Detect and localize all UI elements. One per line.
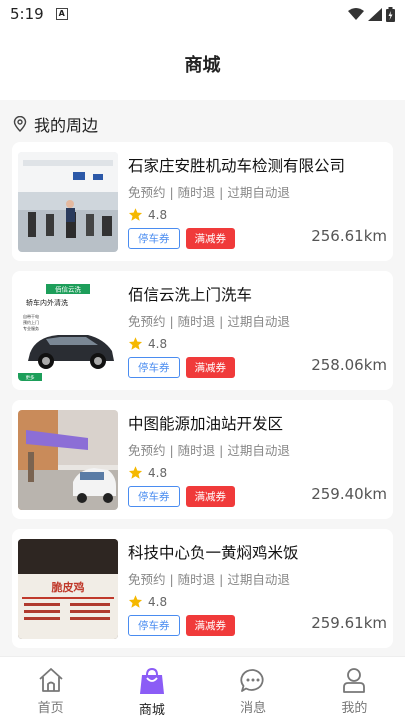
tab-messages-label: 消息	[240, 701, 267, 716]
tab-messages[interactable]: 消息	[203, 657, 304, 720]
tab-shop[interactable]: 商城	[101, 657, 202, 720]
shop-list: 石家庄安胜机动车检测有限公司 免预约 | 随时退 | 过期自动退 4.8 停车券…	[12, 142, 393, 658]
shop-name: 科技中心负一黄焖鸡米饭	[128, 544, 299, 562]
section-title: 我的周边	[34, 116, 99, 135]
user-icon	[343, 668, 366, 693]
shop-distance: 256.61km	[311, 227, 387, 245]
location-pin-icon	[13, 116, 27, 132]
status-time: 5:19	[10, 5, 44, 23]
discount-coupon-button[interactable]: 满减券	[185, 486, 235, 507]
shop-name: 佰信云洗上门洗车	[128, 286, 253, 304]
parking-coupon-button[interactable]: 停车券	[128, 357, 180, 378]
tab-shop-label: 商城	[138, 703, 165, 718]
parking-coupon-button[interactable]: 停车券	[128, 228, 180, 249]
thumb-line-1: 轿车内外清洗	[26, 298, 68, 307]
shop-card[interactable]: 中图能源加油站开发区 免预约 | 随时退 | 过期自动退 4.8 停车券 满减券…	[12, 400, 393, 519]
thumb-line-4: 专业服务	[23, 325, 39, 331]
shop-tags: 免预约 | 随时退 | 过期自动退	[128, 185, 290, 200]
signal-icon	[368, 7, 382, 21]
star-icon	[128, 595, 143, 608]
home-icon	[39, 668, 63, 692]
shop-info: 石家庄安胜机动车检测有限公司 免预约 | 随时退 | 过期自动退 4.8 停车券…	[128, 152, 387, 251]
star-icon	[128, 337, 143, 350]
shop-tags: 免预约 | 随时退 | 过期自动退	[128, 572, 290, 587]
parking-coupon-button[interactable]: 停车券	[128, 615, 180, 636]
shop-rating: 4.8	[128, 336, 387, 351]
tab-home[interactable]: 首页	[0, 657, 101, 720]
shop-thumbnail: 脆皮鸡	[18, 539, 118, 639]
shop-info: 佰信云洗上门洗车 免预约 | 随时退 | 过期自动退 4.8 停车券 满减券 2…	[128, 281, 387, 380]
shop-bag-icon	[139, 667, 164, 694]
rating-value: 4.8	[148, 465, 168, 480]
shop-name: 石家庄安胜机动车检测有限公司	[128, 157, 346, 175]
shop-thumbnail	[18, 152, 118, 252]
tab-home-label: 首页	[37, 701, 64, 716]
shop-info: 科技中心负一黄焖鸡米饭 免预约 | 随时退 | 过期自动退 4.8 停车券 满减…	[128, 539, 387, 638]
shop-thumbnail: 佰信云洗 轿车内外清洗 自带干电 预约上门 专业服务 更多	[18, 281, 118, 381]
rating-value: 4.8	[148, 594, 168, 609]
thumb-line-3: 预约上门	[23, 319, 39, 325]
tab-profile[interactable]: 我的	[304, 657, 405, 720]
thumb-line-2: 自带干电	[23, 313, 39, 319]
notification-a-icon: A	[55, 8, 68, 20]
coupon-buttons: 停车券 满减券	[128, 228, 235, 249]
discount-coupon-button[interactable]: 满减券	[185, 357, 235, 378]
coupon-buttons: 停车券 满减券	[128, 486, 235, 507]
shop-thumbnail	[18, 410, 118, 510]
shop-rating: 4.8	[128, 594, 387, 609]
thumb-tag: 更多	[26, 374, 35, 381]
shop-card[interactable]: 佰信云洗 轿车内外清洗 自带干电 预约上门 专业服务 更多 佰信云洗上门洗车 免…	[12, 271, 393, 390]
discount-coupon-button[interactable]: 满减券	[185, 228, 235, 249]
battery-icon	[386, 6, 395, 22]
thumb-sign: 脆皮鸡	[51, 580, 85, 594]
rating-value: 4.8	[148, 207, 168, 222]
discount-coupon-button[interactable]: 满减券	[185, 615, 235, 636]
coupon-buttons: 停车券 满减券	[128, 615, 235, 636]
star-icon	[128, 466, 143, 479]
page-header: 商城	[0, 28, 405, 100]
rating-value: 4.8	[148, 336, 168, 351]
status-bar: 5:19 A	[0, 0, 405, 28]
thumb-brand: 佰信云洗	[55, 285, 82, 294]
shop-distance: 258.06km	[311, 356, 387, 374]
tab-profile-label: 我的	[341, 701, 368, 716]
shop-rating: 4.8	[128, 465, 387, 480]
star-icon	[128, 208, 143, 221]
shop-distance: 259.61km	[311, 614, 387, 632]
message-icon	[240, 669, 264, 692]
shop-card[interactable]: 石家庄安胜机动车检测有限公司 免预约 | 随时退 | 过期自动退 4.8 停车券…	[12, 142, 393, 261]
nearby-section-header: 我的周边	[12, 110, 98, 138]
parking-coupon-button[interactable]: 停车券	[128, 486, 180, 507]
coupon-buttons: 停车券 满减券	[128, 357, 235, 378]
shop-info: 中图能源加油站开发区 免预约 | 随时退 | 过期自动退 4.8 停车券 满减券…	[128, 410, 387, 509]
status-icons	[348, 6, 395, 22]
shop-tags: 免预约 | 随时退 | 过期自动退	[128, 314, 290, 329]
shop-distance: 259.40km	[311, 485, 387, 503]
wifi-icon	[348, 7, 364, 20]
shop-name: 中图能源加油站开发区	[128, 415, 284, 433]
shop-card[interactable]: 脆皮鸡 科技中心负一黄焖鸡米饭 免预约 | 随时退 | 过期自动退 4.8 停车…	[12, 529, 393, 648]
shop-rating: 4.8	[128, 207, 387, 222]
page-title: 商城	[184, 55, 221, 76]
bottom-tab-bar: 首页 商城 消息 我的	[0, 656, 405, 720]
shop-tags: 免预约 | 随时退 | 过期自动退	[128, 443, 290, 458]
